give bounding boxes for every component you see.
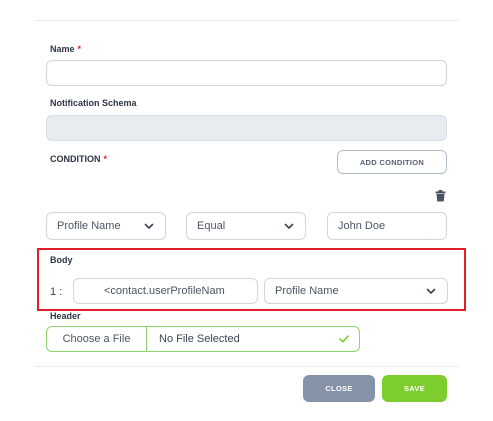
- trash-icon[interactable]: [435, 189, 446, 202]
- condition-operator-select[interactable]: Equal: [186, 212, 306, 240]
- condition-field-select[interactable]: Profile Name: [46, 212, 166, 240]
- body-mapping-value: Profile Name: [275, 285, 339, 297]
- body-row-index: 1 :: [50, 286, 63, 298]
- choose-file-button[interactable]: Choose a File: [47, 327, 147, 351]
- file-status-text: No File Selected: [159, 333, 240, 345]
- condition-value-input[interactable]: John Doe: [327, 212, 447, 240]
- body-mapping-select[interactable]: Profile Name: [264, 278, 448, 304]
- notification-schema-label: Notification Schema: [50, 98, 137, 108]
- check-icon: [329, 327, 359, 351]
- chevron-down-icon: [143, 220, 155, 232]
- required-mark: *: [77, 44, 82, 54]
- body-token-input[interactable]: <contact.userProfileNam: [73, 278, 258, 304]
- chevron-down-icon: [283, 220, 295, 232]
- file-picker: Choose a File No File Selected: [46, 326, 360, 352]
- save-button[interactable]: SAVE: [382, 375, 447, 402]
- add-condition-button[interactable]: ADD CONDITION: [337, 150, 447, 174]
- name-input[interactable]: [46, 60, 447, 86]
- required-mark: *: [103, 154, 108, 164]
- close-button[interactable]: CLOSE: [303, 375, 375, 402]
- header-label: Header: [50, 311, 81, 319]
- name-label: Name *: [50, 44, 82, 54]
- condition-field-value: Profile Name: [57, 220, 121, 232]
- bottom-divider: [34, 366, 459, 367]
- chevron-down-icon: [425, 285, 437, 297]
- condition-label: CONDITION *: [50, 154, 108, 164]
- notification-schema-field: [46, 115, 447, 141]
- condition-operator-value: Equal: [197, 220, 226, 232]
- body-label: Body: [50, 255, 73, 265]
- top-divider: [34, 20, 459, 21]
